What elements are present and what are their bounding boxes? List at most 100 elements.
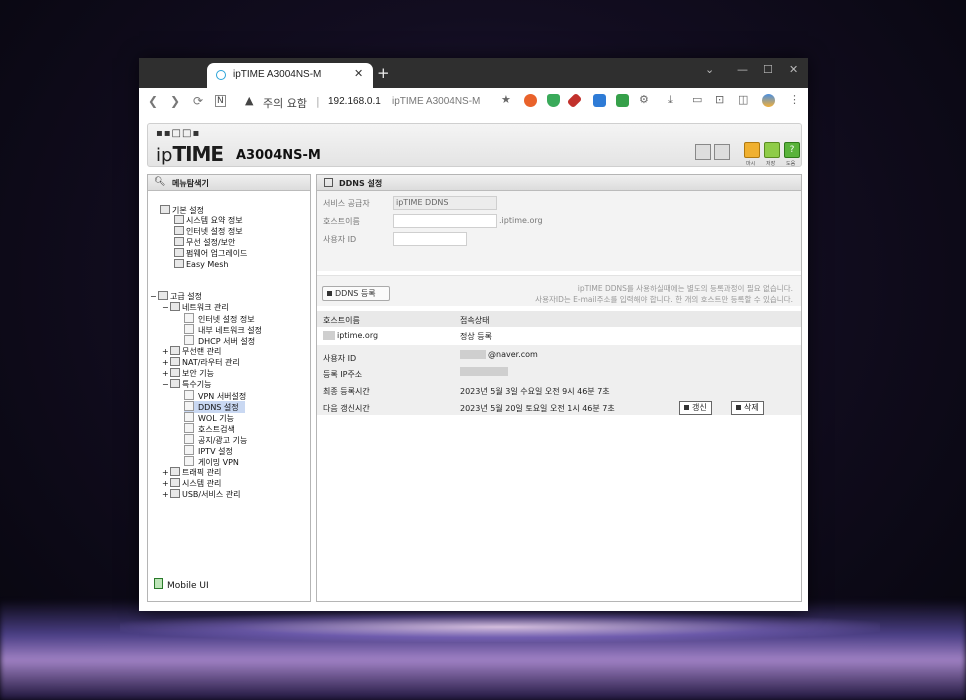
menu-explorer-header: 🔍︎ 메뉴탐색기 xyxy=(148,175,310,191)
profile-avatar[interactable] xyxy=(762,94,775,107)
screenshot-icon[interactable]: ⊡ xyxy=(715,93,724,106)
tree-usb-service[interactable]: + USB/서비스 관리 xyxy=(162,489,240,500)
omnibox[interactable]: N ▲ 주의 요함 | 192.168.0.1 ipTIME A3004NS-M xyxy=(209,91,541,113)
browser-tab[interactable]: ipTIME A3004NS-M ✕ xyxy=(207,63,373,88)
restart-icon[interactable] xyxy=(744,142,760,158)
bookmark-star-icon[interactable]: ★ xyxy=(501,93,511,106)
info-next-label: 다음 갱신시간 xyxy=(323,404,370,413)
page-icon xyxy=(184,434,194,444)
tree-nat-router[interactable]: + NAT/라우터 관리 xyxy=(162,357,240,368)
register-icon xyxy=(327,291,332,296)
new-tab-button[interactable]: + xyxy=(377,64,390,82)
tab-close-icon[interactable]: ✕ xyxy=(354,67,363,80)
monitor-icon xyxy=(174,226,184,235)
tree-easy-mesh[interactable]: Easy Mesh xyxy=(174,259,228,269)
media-icon[interactable]: ▭ xyxy=(692,93,702,106)
info-last-value: 2023년 5월 3일 수요일 오전 9시 46분 7초 xyxy=(460,387,610,396)
tab-search-icon[interactable]: ⌄ xyxy=(705,63,714,76)
home-icon[interactable] xyxy=(695,144,711,160)
tools-icon xyxy=(170,379,180,388)
save-icon[interactable] xyxy=(764,142,780,158)
renew-icon xyxy=(684,405,689,410)
extensions-puzzle-icon[interactable]: ⚙ xyxy=(639,93,649,106)
model-name: A3004NS-M xyxy=(236,148,321,163)
info-ip-label: 등록 IP주소 xyxy=(323,370,363,379)
page-icon xyxy=(184,335,194,345)
redacted-host-prefix xyxy=(323,331,335,340)
extension-g-icon[interactable] xyxy=(524,94,537,107)
tree-firmware-upgrade[interactable]: 펌웨어 업그레이드 xyxy=(174,248,247,259)
sidepanel-icon[interactable]: ◫ xyxy=(738,93,748,106)
browser-window: ipTIME A3004NS-M ✕ + ⌄ — ☐ ✕ ❮ ❯ ⟳ N ▲ 주… xyxy=(139,58,808,611)
download-icon[interactable]: ⤓ xyxy=(668,93,673,107)
host-table-header: 호스트이름 접속상태 xyxy=(317,311,801,327)
tree-network-management[interactable]: − 네트워크 관리 xyxy=(162,302,229,313)
reader-icon[interactable]: N xyxy=(215,95,226,107)
chart-icon xyxy=(174,215,184,224)
tree-system-summary[interactable]: 시스템 요약 정보 xyxy=(174,215,243,226)
ddns-panel: DDNS 설정 서비스 공급자 ipTIME DDNS 호스트이름 .iptim… xyxy=(316,174,802,602)
menu-kebab-icon[interactable]: ⋮ xyxy=(789,93,800,106)
info-last-label: 최종 등록시간 xyxy=(323,387,370,396)
redacted-ip xyxy=(460,367,508,376)
user-id-label: 사용자 ID xyxy=(323,235,357,244)
info-user-value: @naver.com xyxy=(488,350,538,359)
table-row[interactable]: iptime.org 정상 등록 xyxy=(317,327,801,343)
mobile-ui-link[interactable]: Mobile UI xyxy=(154,578,209,591)
renew-button[interactable]: 갱신 xyxy=(679,401,712,415)
status-column-header: 접속상태 xyxy=(460,316,490,325)
tree-wireless-management[interactable]: + 무선랜 관리 xyxy=(162,346,221,357)
tree-wireless-security[interactable]: 무선 설정/보안 xyxy=(174,237,235,248)
chart-icon xyxy=(170,478,180,487)
tree-traffic[interactable]: + 트래픽 관리 xyxy=(162,467,221,478)
info-user-label: 사용자 ID xyxy=(323,354,357,363)
tree-internet-info[interactable]: 인터넷 설정 정보 xyxy=(174,226,243,237)
close-window-button[interactable]: ✕ xyxy=(789,63,798,76)
help-icon[interactable]: ? xyxy=(784,142,800,158)
url-separator: | xyxy=(316,95,320,108)
hostname-input[interactable] xyxy=(393,214,497,228)
security-label[interactable]: 주의 요함 xyxy=(263,95,307,111)
page-icon xyxy=(184,423,194,433)
tree-security[interactable]: + 보안 기능 xyxy=(162,368,214,379)
delete-button[interactable]: 삭제 xyxy=(731,401,764,415)
user-id-input[interactable] xyxy=(393,232,467,246)
forward-icon[interactable]: ❯ xyxy=(170,94,180,108)
tree-system[interactable]: + 시스템 관리 xyxy=(162,478,221,489)
router-header: ▪▪□□▪ ipTIME A3004NS-M ? 마시 저장 도움 xyxy=(147,123,802,167)
wireless-icon xyxy=(174,237,184,246)
tree-special-features[interactable]: − 특수기능 xyxy=(162,379,211,390)
hostname-suffix: .iptime.org xyxy=(499,216,543,225)
logout-icon[interactable] xyxy=(714,144,730,160)
page-icon xyxy=(184,456,194,466)
address-bar: ❮ ❯ ⟳ N ▲ 주의 요함 | 192.168.0.1 ipTIME A30… xyxy=(139,88,808,117)
network-icon xyxy=(170,302,180,311)
ddns-title: DDNS 설정 xyxy=(339,179,383,188)
extension-green-icon[interactable] xyxy=(616,94,629,107)
notice-line-1: ipTIME DDNS를 사용하실때에는 별도의 등록과정이 필요 없습니다. xyxy=(577,284,793,293)
traffic-icon xyxy=(170,467,180,476)
shield-icon[interactable] xyxy=(547,94,560,107)
dropper-icon[interactable] xyxy=(566,92,583,109)
reload-icon[interactable]: ⟳ xyxy=(193,94,203,108)
tree-advanced-settings[interactable]: − 고급 설정 xyxy=(150,291,202,302)
url-host[interactable]: 192.168.0.1 xyxy=(328,96,381,107)
page-icon xyxy=(184,390,194,400)
maximize-button[interactable]: ☐ xyxy=(763,63,773,76)
back-icon[interactable]: ❮ xyxy=(148,94,158,108)
ddns-register-button[interactable]: DDNS 등록 xyxy=(322,286,390,301)
tab-bar: ipTIME A3004NS-M ✕ + ⌄ — ☐ ✕ xyxy=(139,58,808,88)
wireless-icon xyxy=(170,346,180,355)
logo-dots-icon: ▪▪□□▪ xyxy=(156,128,201,139)
mesh-icon xyxy=(174,259,184,268)
extension-blue-icon[interactable] xyxy=(593,94,606,107)
minimize-button[interactable]: — xyxy=(737,63,748,76)
hostname-label: 호스트이름 xyxy=(323,217,360,226)
provider-label: 서비스 공급자 xyxy=(323,199,370,208)
url-title: ipTIME A3004NS-M xyxy=(392,96,481,107)
upgrade-icon xyxy=(174,248,184,257)
phone-icon xyxy=(154,578,163,589)
provider-field: ipTIME DDNS xyxy=(393,196,497,210)
ddns-header: DDNS 설정 xyxy=(317,175,801,191)
row-status: 정상 등록 xyxy=(460,332,492,341)
